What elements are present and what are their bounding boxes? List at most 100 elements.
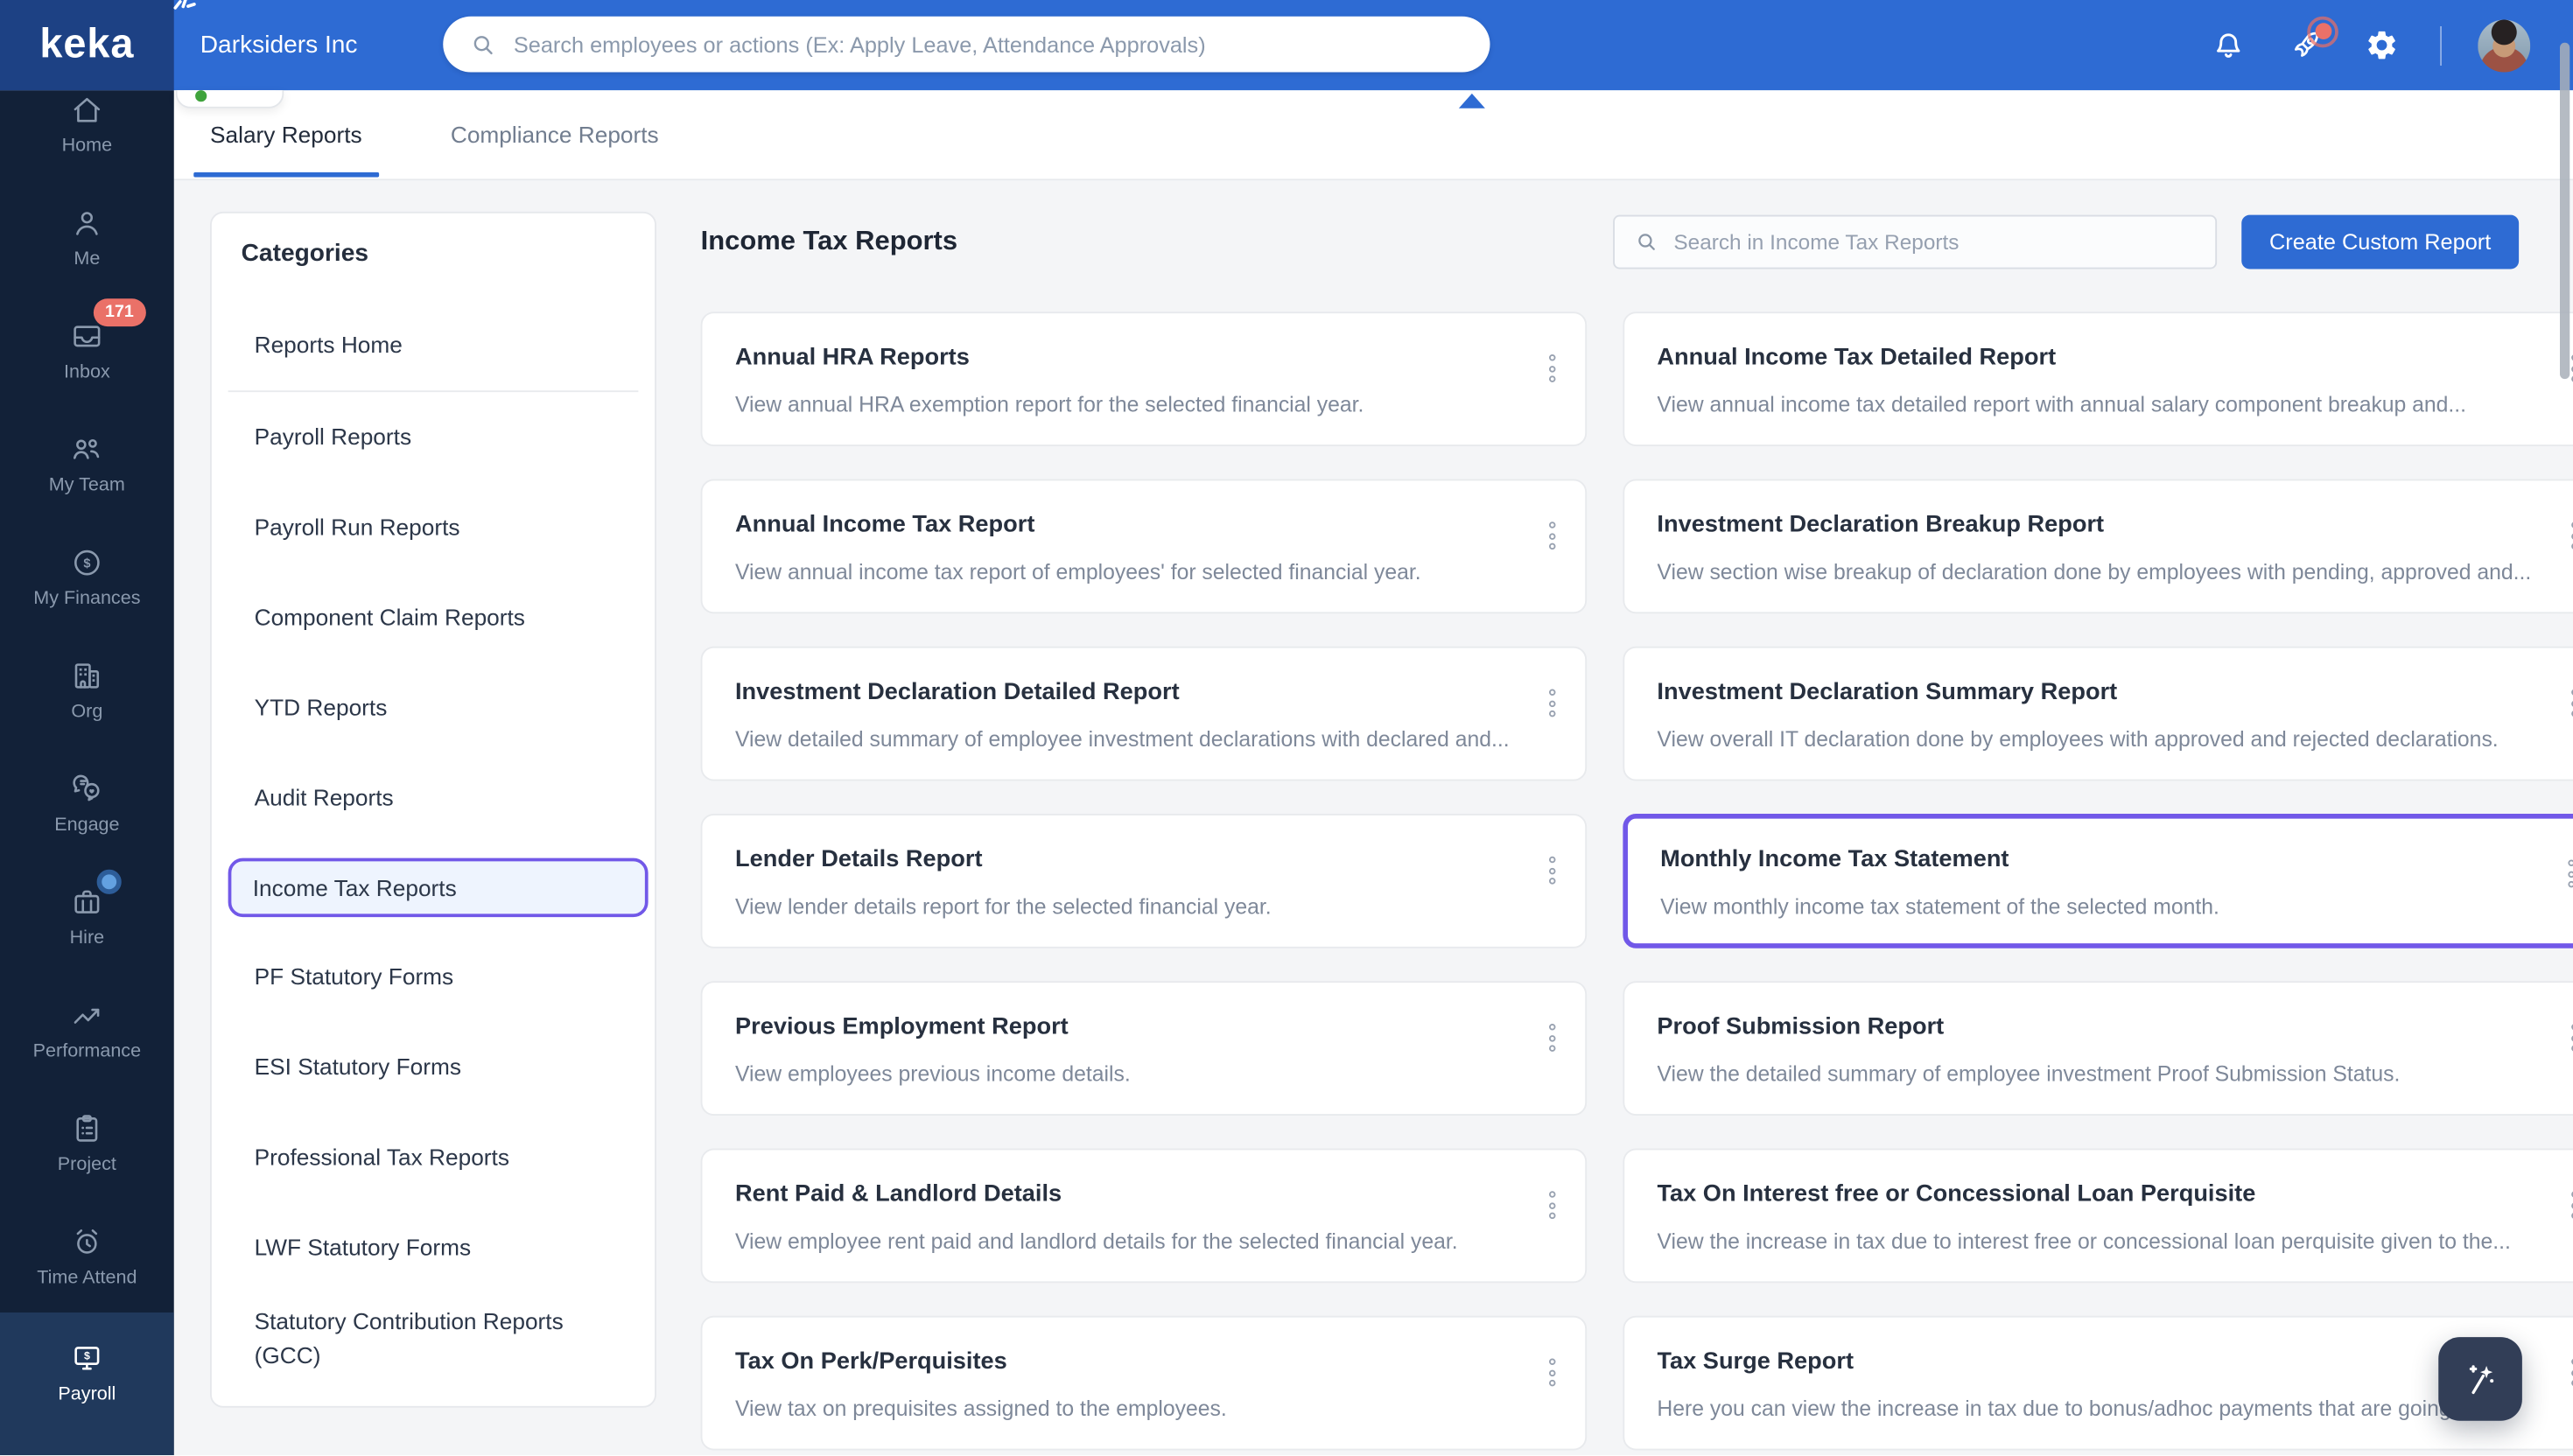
reports-tabstrip: Salary Reports Compliance Reports xyxy=(173,90,2573,181)
search-panel-caret xyxy=(1458,93,1485,108)
categories-title: Categories xyxy=(241,239,368,268)
gear-icon[interactable] xyxy=(2365,27,2401,63)
category-item-audit-reports[interactable]: Audit Reports xyxy=(212,753,655,844)
category-item-reports-home[interactable]: Reports Home xyxy=(212,300,655,390)
tab-compliance-reports[interactable]: Compliance Reports xyxy=(447,90,662,178)
dollar-circle-icon: $ xyxy=(74,550,100,576)
report-card-tax-surge-report[interactable]: Tax Surge Report Here you can view the i… xyxy=(1623,1315,2573,1451)
report-card-investment-declaration-summary-report[interactable]: Investment Declaration Summary Report Vi… xyxy=(1623,646,2573,781)
section-header: Income Tax Reports Create Custom Report xyxy=(700,214,2520,270)
category-item-statutory-contribution-reports-gcc[interactable]: Statutory Contribution Reports (GCC) xyxy=(212,1293,655,1383)
report-card-monthly-income-tax-statement[interactable]: Monthly Income Tax Statement View monthl… xyxy=(1623,814,2573,948)
team-icon xyxy=(73,438,100,459)
sidebar-item-engage[interactable]: Engage xyxy=(0,746,174,859)
sidebar-item-inbox[interactable]: Inbox 171 xyxy=(0,294,174,407)
kebab-menu-icon[interactable] xyxy=(1544,684,1560,722)
chat-heart-icon xyxy=(73,774,100,802)
global-search[interactable] xyxy=(443,16,1490,73)
kebab-menu-icon[interactable] xyxy=(1544,851,1560,889)
category-item-payroll-run-reports[interactable]: Payroll Run Reports xyxy=(212,482,655,572)
income-tax-reports-section: Income Tax Reports Create Custom Report … xyxy=(700,212,2573,1451)
kebab-menu-icon[interactable] xyxy=(1544,1186,1560,1224)
categories-panel: Categories Reports Home Payroll Reports … xyxy=(210,211,656,1408)
payroll-monitor-icon: $ xyxy=(74,1347,100,1370)
rocket-whats-new-icon[interactable] xyxy=(2288,15,2338,63)
user-icon xyxy=(76,212,98,235)
magic-wand-fab[interactable] xyxy=(2438,1337,2522,1421)
kebab-menu-icon[interactable] xyxy=(2566,517,2573,555)
report-card-lender-details-report[interactable]: Lender Details Report View lender detail… xyxy=(700,814,1587,948)
create-custom-report-button[interactable]: Create Custom Report xyxy=(2241,214,2520,270)
topbar-actions xyxy=(2170,0,2531,90)
kebab-menu-icon[interactable] xyxy=(1544,349,1560,387)
report-card-rent-paid-landlord-details[interactable]: Rent Paid & Landlord Details View employ… xyxy=(700,1148,1587,1284)
keka-app-window: keka Darksiders Inc Search employees or … xyxy=(0,0,2573,1456)
category-item-component-claim-reports[interactable]: Component Claim Reports xyxy=(212,572,655,662)
category-item-esi-statutory-forms[interactable]: ESI Statutory Forms xyxy=(212,1022,655,1112)
report-card-investment-declaration-breakup-report[interactable]: Investment Declaration Breakup Report Vi… xyxy=(1623,479,2573,614)
vertical-scrollbar[interactable] xyxy=(2560,42,2570,380)
sidebar-nav: Home Me Inbox 171 My Team $ My Finances … xyxy=(0,90,174,1456)
page-title: Income Tax Reports xyxy=(700,226,958,256)
category-item-lwf-statutory-forms[interactable]: LWF Statutory Forms xyxy=(212,1202,655,1292)
company-name: Darksiders Inc xyxy=(200,31,358,60)
sidebar-item-time-attend[interactable]: Time Attend xyxy=(0,1200,174,1312)
sidebar-item-performance[interactable]: Performance xyxy=(0,973,174,1086)
building-icon xyxy=(74,663,100,689)
notification-dot-badge xyxy=(2307,15,2338,47)
content-area: Salary Reports Compliance Reports Catego… xyxy=(173,90,2573,1455)
sidebar-item-my-team[interactable]: My Team xyxy=(0,407,174,520)
svg-text:$: $ xyxy=(83,556,90,570)
logo-spark-icon xyxy=(173,0,196,10)
kebab-menu-icon[interactable] xyxy=(1544,1018,1560,1056)
inbox-count-badge: 171 xyxy=(93,298,145,326)
sidebar-item-me[interactable]: Me xyxy=(0,180,174,293)
report-cards-grid: Annual HRA Reports View annual HRA exemp… xyxy=(700,312,2573,1451)
kebab-menu-icon[interactable] xyxy=(2566,1354,2573,1391)
bell-icon[interactable] xyxy=(2211,27,2247,63)
global-search-input[interactable] xyxy=(513,32,1464,57)
report-card-investment-declaration-detailed-report[interactable]: Investment Declaration Detailed Report V… xyxy=(700,646,1587,781)
top-bar: keka Darksiders Inc xyxy=(0,0,2573,91)
trending-up-icon xyxy=(74,1008,100,1024)
reports-search-input[interactable] xyxy=(1673,229,2196,255)
clipped-popup-card xyxy=(175,90,284,108)
kebab-menu-icon[interactable] xyxy=(2566,1018,2573,1056)
avatar[interactable] xyxy=(2478,18,2531,72)
sidebar-item-home[interactable]: Home xyxy=(0,90,174,180)
keka-logo[interactable]: keka xyxy=(0,0,196,91)
hire-notification-dot xyxy=(96,869,122,894)
sidebar-item-my-finances[interactable]: $ My Finances xyxy=(0,520,174,633)
report-card-proof-submission-report[interactable]: Proof Submission Report View the detaile… xyxy=(1623,981,2573,1116)
report-card-annual-hra-reports[interactable]: Annual HRA Reports View annual HRA exemp… xyxy=(700,312,1587,446)
search-icon xyxy=(473,35,493,54)
kebab-menu-icon[interactable] xyxy=(2566,684,2573,722)
category-item-payroll-reports[interactable]: Payroll Reports xyxy=(212,392,655,482)
category-item-ytd-reports[interactable]: YTD Reports xyxy=(212,663,655,753)
home-icon xyxy=(74,97,101,122)
search-icon xyxy=(1638,234,1655,250)
alarm-clock-icon xyxy=(76,1229,98,1254)
sidebar-item-hire[interactable]: Hire xyxy=(0,860,174,973)
online-status-dot xyxy=(195,90,207,102)
report-card-annual-income-tax-detailed-report[interactable]: Annual Income Tax Detailed Report View a… xyxy=(1623,312,2573,446)
sidebar-item-payroll[interactable]: $ Payroll xyxy=(0,1312,174,1456)
report-card-tax-on-interest-free-loan-perquisite[interactable]: Tax On Interest free or Concessional Loa… xyxy=(1623,1148,2573,1284)
category-item-professional-tax-reports[interactable]: Professional Tax Reports xyxy=(212,1112,655,1202)
report-card-tax-on-perk-perquisites[interactable]: Tax On Perk/Perquisites View tax on preq… xyxy=(700,1315,1587,1451)
category-item-pf-statutory-forms[interactable]: PF Statutory Forms xyxy=(212,932,655,1022)
sidebar-item-project[interactable]: Project xyxy=(0,1086,174,1199)
svg-text:$: $ xyxy=(84,1350,90,1362)
kebab-menu-icon[interactable] xyxy=(1544,517,1560,555)
reports-search[interactable] xyxy=(1613,214,2218,270)
category-item-income-tax-reports[interactable]: Income Tax Reports xyxy=(228,858,649,918)
magic-wand-icon xyxy=(2468,1364,2493,1394)
kebab-menu-icon[interactable] xyxy=(2562,855,2573,892)
report-card-annual-income-tax-report[interactable]: Annual Income Tax Report View annual inc… xyxy=(700,479,1587,614)
report-card-previous-employment-report[interactable]: Previous Employment Report View employee… xyxy=(700,981,1587,1116)
kebab-menu-icon[interactable] xyxy=(1544,1354,1560,1391)
sidebar-item-org[interactable]: Org xyxy=(0,634,174,746)
kebab-menu-icon[interactable] xyxy=(2566,1186,2573,1224)
topbar-divider xyxy=(2440,25,2442,66)
clipboard-icon xyxy=(76,1115,98,1142)
